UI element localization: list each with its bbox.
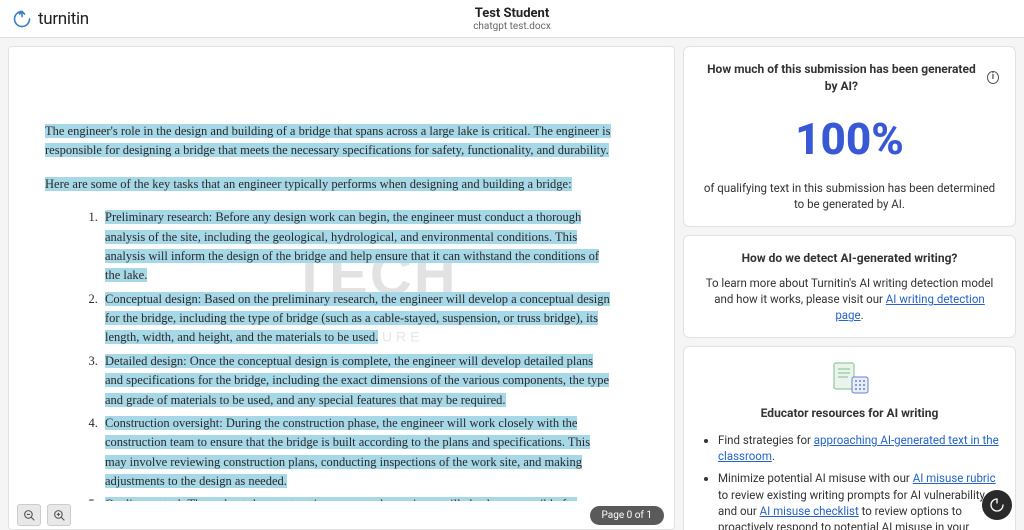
resources-card: Educator resources for AI writing Find s… [683, 346, 1016, 530]
resource-link[interactable]: AI misuse rubric [913, 471, 996, 485]
ai-percentage-value: 100% [700, 109, 999, 171]
info-icon[interactable]: i [987, 71, 999, 84]
page-indicator: Page 0 of 1 [590, 506, 664, 525]
detection-title: How do we detect AI-generated writing? [742, 250, 958, 267]
list-item: Find strategies for approaching AI-gener… [718, 432, 999, 464]
doc-leadin: Here are some of the key tasks that an e… [45, 177, 572, 191]
list-item: Minimize potential AI misuse with our AI… [718, 470, 999, 530]
app-header: turnitin Test Student chatgpt test.docx [0, 0, 1024, 38]
turnitin-fab-icon [989, 497, 1005, 513]
help-fab[interactable] [982, 490, 1012, 520]
turnitin-icon [12, 9, 32, 29]
document-footer: Page 0 of 1 [9, 501, 674, 529]
zoom-in-icon [53, 509, 66, 522]
document-page: The engineer's role in the design and bu… [9, 47, 674, 501]
header-title-block: Test Student chatgpt test.docx [473, 6, 551, 32]
detection-body: To learn more about Turnitin's AI writin… [700, 275, 999, 323]
side-panel: How much of this submission has been gen… [683, 46, 1016, 530]
task-list: Preliminary research: Before any design … [45, 208, 614, 501]
resources-title: Educator resources for AI writing [700, 405, 999, 422]
file-name: chatgpt test.docx [473, 21, 551, 32]
brand-logo: turnitin [0, 9, 89, 29]
ai-card-sub: of qualifying text in this submission ha… [700, 180, 999, 212]
resources-list: Find strategies for approaching AI-gener… [700, 432, 999, 530]
doc-intro: The engineer's role in the design and bu… [45, 124, 611, 157]
zoom-out-button[interactable] [17, 504, 41, 526]
zoom-out-icon [23, 509, 36, 522]
brand-text: turnitin [38, 9, 89, 29]
resources-icon [700, 361, 999, 397]
list-item: Conceptual design: Based on the prelimin… [101, 290, 614, 348]
detection-card: How do we detect AI-generated writing? T… [683, 235, 1016, 338]
list-item: Detailed design: Once the conceptual des… [101, 352, 614, 410]
list-item: Preliminary research: Before any design … [101, 208, 614, 286]
document-viewport[interactable]: TECH YOUR VISION OUR FUTURE The engineer… [9, 47, 674, 501]
resource-link[interactable]: AI misuse checklist [760, 504, 859, 518]
document-panel: TECH YOUR VISION OUR FUTURE The engineer… [8, 46, 675, 530]
student-name: Test Student [473, 6, 551, 21]
zoom-in-button[interactable] [47, 504, 71, 526]
list-item: Construction oversight: During the const… [101, 414, 614, 492]
ai-card-title: How much of this submission has been gen… [700, 61, 999, 95]
ai-percentage-card: How much of this submission has been gen… [683, 46, 1016, 227]
